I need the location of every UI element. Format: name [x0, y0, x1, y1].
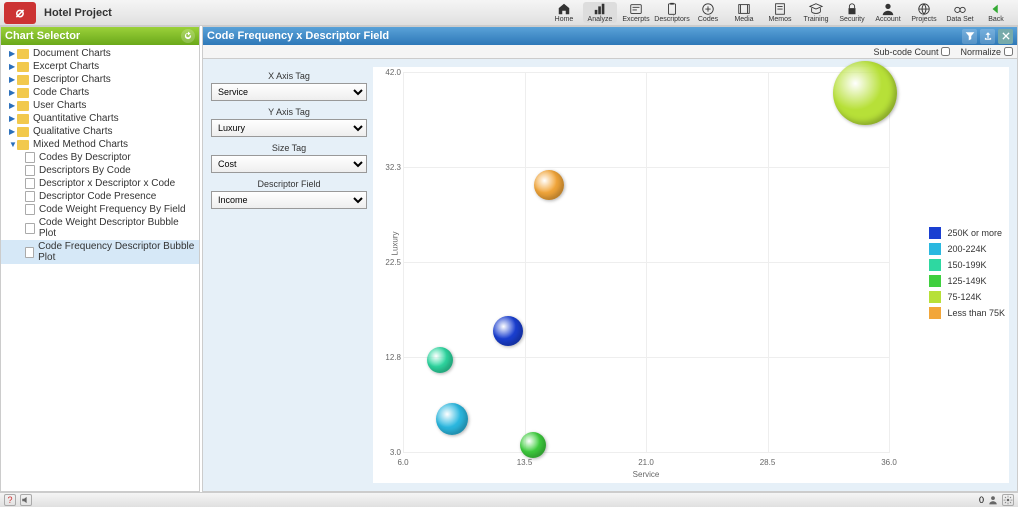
nav-training[interactable]: Training	[799, 2, 833, 23]
y-tick: 42.0	[377, 68, 401, 77]
x-axis-select[interactable]: Service	[211, 83, 367, 101]
nav-excerpts[interactable]: Excerpts	[619, 2, 653, 23]
y-tick: 22.5	[377, 258, 401, 267]
tree-folder[interactable]: ▶Document Charts	[1, 47, 199, 60]
tree-item[interactable]: Code Frequency Descriptor Bubble Plot	[1, 240, 199, 264]
help-icon[interactable]: ?	[4, 494, 16, 506]
bubble[interactable]	[520, 432, 546, 458]
bubble[interactable]	[427, 347, 453, 373]
y-tick: 3.0	[377, 448, 401, 457]
bubble[interactable]	[493, 316, 523, 346]
chart-controls: X Axis Tag Service Y Axis Tag Luxury Siz…	[211, 67, 367, 483]
export-icon[interactable]	[980, 29, 995, 44]
tree-item[interactable]: Descriptor x Descriptor x Code	[1, 177, 199, 190]
settings-icon[interactable]	[1002, 494, 1014, 506]
y-tick: 32.3	[377, 163, 401, 172]
bubble[interactable]	[436, 403, 468, 435]
x-axis-title: Service	[633, 470, 660, 479]
x-tick: 13.5	[517, 458, 533, 467]
nav-data-set[interactable]: Data Set	[943, 2, 977, 23]
nav-descriptors[interactable]: Descriptors	[655, 2, 689, 23]
x-tick: 36.0	[881, 458, 897, 467]
chart-selector-header: Chart Selector	[1, 27, 199, 45]
filter-icon[interactable]	[962, 29, 977, 44]
tree-item[interactable]: Code Weight Frequency By Field	[1, 203, 199, 216]
top-bar: ⌀ Hotel Project HomeAnalyzeExcerptsDescr…	[0, 0, 1018, 26]
bubble[interactable]	[833, 61, 897, 125]
nav-analyze[interactable]: Analyze	[583, 2, 617, 23]
top-nav: HomeAnalyzeExcerptsDescriptorsCodesMedia…	[546, 2, 1014, 23]
close-icon[interactable]	[998, 29, 1013, 44]
subcode-count-toggle[interactable]: Sub-code Count	[873, 47, 950, 57]
content-header: Code Frequency x Descriptor Field	[203, 27, 1017, 45]
legend-item: 75-124K	[929, 291, 1005, 303]
content-title: Code Frequency x Descriptor Field	[207, 30, 389, 42]
y-axis-select[interactable]: Luxury	[211, 119, 367, 137]
x-tick: 6.0	[397, 458, 408, 467]
field-label: Descriptor Field	[211, 179, 367, 189]
legend-item: 150-199K	[929, 259, 1005, 271]
x-tick: 21.0	[638, 458, 654, 467]
x-tick: 28.5	[760, 458, 776, 467]
y-axis-title: Luxury	[391, 231, 400, 255]
status-bar: ? 0	[0, 492, 1018, 507]
legend-item: Less than 75K	[929, 307, 1005, 319]
tree-folder[interactable]: ▶Qualitative Charts	[1, 125, 199, 138]
nav-codes[interactable]: Codes	[691, 2, 725, 23]
legend-item: 250K or more	[929, 227, 1005, 239]
y-tick: 12.8	[377, 353, 401, 362]
bubble-chart: Luxury Service 3.0 12.8 22.5 32.3 42.0 6.0 13.…	[373, 67, 1009, 483]
y-axis-label: Y Axis Tag	[211, 107, 367, 117]
nav-projects[interactable]: Projects	[907, 2, 941, 23]
tree-folder[interactable]: ▶Descriptor Charts	[1, 73, 199, 86]
nav-account[interactable]: Account	[871, 2, 905, 23]
chart-selector-panel: Chart Selector ▶Document Charts▶Excerpt …	[0, 26, 200, 492]
field-select[interactable]: Income	[211, 191, 367, 209]
user-count: 0	[979, 495, 984, 505]
normalize-toggle[interactable]: Normalize	[960, 47, 1013, 57]
chart-legend: 250K or more 200-224K 150-199K 125-149K 75-1…	[929, 227, 1005, 319]
tree-item[interactable]: Codes By Descriptor	[1, 151, 199, 164]
tree-folder[interactable]: ▶User Charts	[1, 99, 199, 112]
refresh-icon[interactable]	[181, 29, 195, 43]
legend-item: 125-149K	[929, 275, 1005, 287]
tree-item[interactable]: Descriptor Code Presence	[1, 190, 199, 203]
chart-selector-title: Chart Selector	[5, 30, 80, 42]
x-axis-label: X Axis Tag	[211, 71, 367, 81]
tree-item[interactable]: Descriptors By Code	[1, 164, 199, 177]
tree-folder[interactable]: ▶Code Charts	[1, 86, 199, 99]
project-title: Hotel Project	[44, 7, 112, 19]
chart-tree: ▶Document Charts▶Excerpt Charts▶Descript…	[1, 45, 199, 491]
nav-memos[interactable]: Memos	[763, 2, 797, 23]
tree-folder[interactable]: ▶Excerpt Charts	[1, 60, 199, 73]
content-panel: Code Frequency x Descriptor Field Sub-co…	[202, 26, 1018, 492]
tree-folder[interactable]: ▶Quantitative Charts	[1, 112, 199, 125]
tree-folder-open[interactable]: ▼Mixed Method Charts	[1, 138, 199, 151]
size-label: Size Tag	[211, 143, 367, 153]
sound-icon[interactable]	[20, 494, 32, 506]
nav-back[interactable]: Back	[979, 2, 1013, 23]
tree-item[interactable]: Code Weight Descriptor Bubble Plot	[1, 216, 199, 240]
user-icon	[988, 495, 998, 505]
nav-security[interactable]: Security	[835, 2, 869, 23]
nav-media[interactable]: Media	[727, 2, 761, 23]
legend-item: 200-224K	[929, 243, 1005, 255]
chart-options-bar: Sub-code Count Normalize	[203, 45, 1017, 59]
size-select[interactable]: Cost	[211, 155, 367, 173]
bubble[interactable]	[534, 170, 564, 200]
app-logo: ⌀	[4, 2, 36, 24]
nav-home[interactable]: Home	[547, 2, 581, 23]
